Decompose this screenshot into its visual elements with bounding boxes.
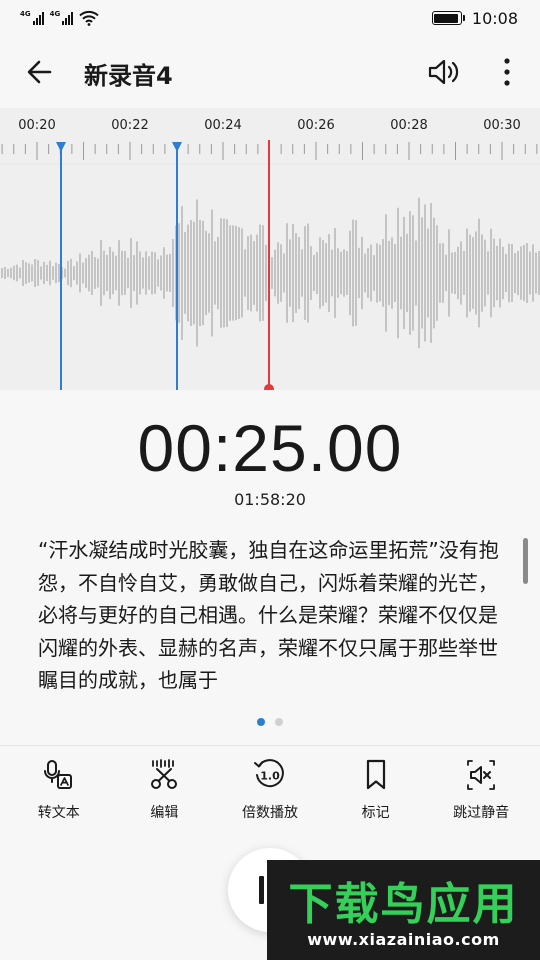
watermark-title: 下载鸟应用	[288, 879, 519, 930]
back-button[interactable]	[20, 54, 60, 90]
bottom-toolbar: 转文本 编辑 1.0 倍数播放 标记 跳过静音	[0, 746, 540, 830]
speech-to-text-icon	[43, 760, 72, 789]
page-dot-active[interactable]	[257, 718, 265, 726]
more-vertical-icon	[504, 58, 510, 86]
transcript-scrollbar[interactable]	[523, 538, 528, 584]
page-title: 新录音4	[84, 62, 173, 90]
signal-icon: 4G	[20, 11, 44, 25]
playback-speed-button[interactable]: 1.0 倍数播放	[225, 746, 315, 830]
waveform-graph	[0, 140, 540, 390]
transcript-text[interactable]: “汗水凝结成时光胶囊，独自在这命运里拓荒”没有抱怨，不自怜自艾，勇敢做自己，闪烁…	[38, 534, 510, 702]
speaker-icon	[428, 59, 459, 85]
status-bar: 4G 4G 10:08	[0, 0, 540, 36]
speed-badge: 1.0	[260, 770, 280, 783]
scissors-icon	[151, 759, 178, 789]
speed-icon: 1.0	[253, 759, 284, 788]
skip-silence-button[interactable]: 跳过静音	[436, 746, 526, 830]
page-dot[interactable]	[275, 718, 283, 726]
more-button[interactable]	[494, 54, 520, 90]
tool-label: 标记	[361, 805, 390, 821]
bookmark-button[interactable]: 标记	[331, 746, 421, 830]
mute-skip-icon	[467, 760, 496, 790]
bookmark-marker	[56, 142, 66, 390]
edit-button[interactable]: 编辑	[119, 746, 209, 830]
total-duration: 01:58:20	[234, 490, 306, 509]
arrow-left-icon	[27, 60, 52, 84]
status-time: 10:08	[471, 8, 518, 28]
speaker-button[interactable]	[424, 54, 464, 90]
tool-label: 跳过静音	[453, 805, 510, 821]
signal-icon: 4G	[50, 11, 74, 25]
tool-label: 转文本	[37, 805, 80, 821]
page-indicator	[0, 718, 540, 726]
watermark-url: www.xiazainiao.com	[307, 930, 500, 949]
status-right: 10:08	[431, 8, 518, 28]
tool-label: 倍数播放	[241, 805, 298, 821]
status-left: 4G 4G	[20, 10, 99, 26]
watermark-logo: 下载鸟应用 www.xiazainiao.com	[267, 860, 540, 960]
tool-label: 编辑	[150, 805, 179, 821]
title-bar: 新录音4	[0, 36, 540, 108]
current-time: 00:25.00	[137, 411, 403, 485]
battery-icon	[431, 11, 465, 25]
speech-to-text-button[interactable]: 转文本	[14, 746, 104, 830]
bookmark-icon	[366, 759, 385, 790]
wifi-icon	[79, 10, 99, 26]
waveform-panel[interactable]: 00:20 00:22 00:24 00:26 00:28 00:30	[0, 108, 540, 390]
